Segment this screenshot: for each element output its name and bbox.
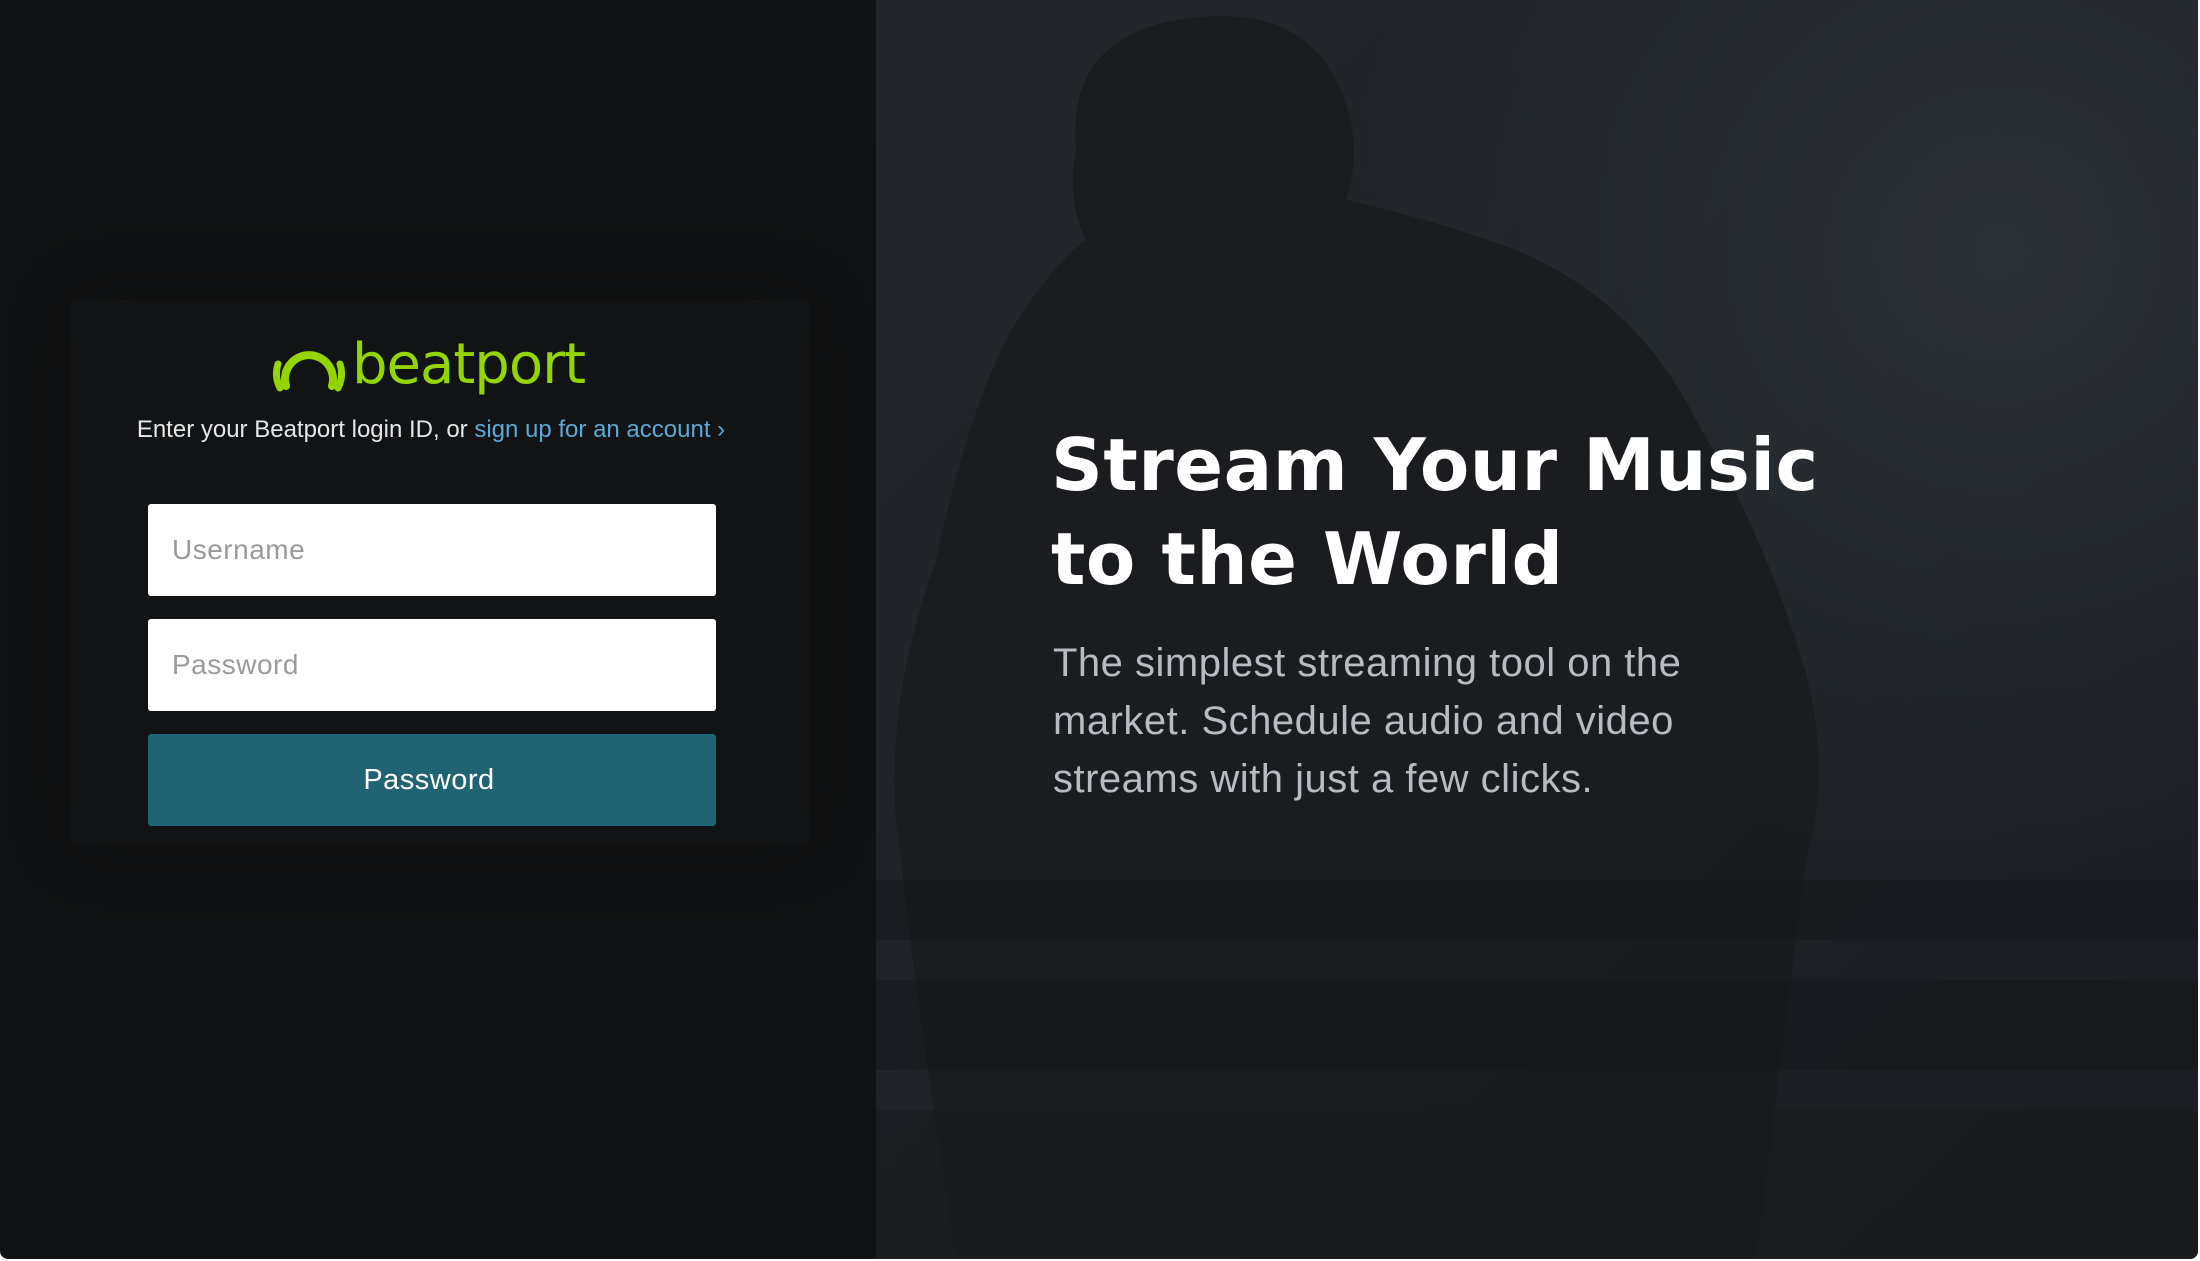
password-input[interactable] [148, 619, 716, 711]
hero-title-line1: Stream Your Music [1051, 423, 1819, 507]
login-prompt: Enter your Beatport login ID, or sign up… [0, 416, 862, 444]
login-prompt-text: Enter your Beatport login ID, or [136, 416, 475, 443]
hero-title-line2: to the World [1051, 517, 1564, 601]
beatport-logo[interactable]: beatport [272, 337, 592, 399]
hero-panel: Stream Your Music to the World The simple… [876, 0, 2198, 1259]
logo-wordmark: beatport [352, 332, 586, 397]
page-frame: beatport Enter your Beatport login ID, o… [0, 0, 2198, 1259]
app-window: beatport Enter your Beatport login ID, o… [0, 0, 2200, 1261]
hero-background-image [876, 0, 2198, 1259]
hero-title: Stream Your Music to the World [1051, 418, 2051, 606]
login-submit-button[interactable]: Password [148, 734, 716, 826]
headphones-icon [272, 342, 346, 394]
hero-subtitle: The simplest streaming tool on the marke… [1053, 641, 1682, 801]
login-panel: beatport Enter your Beatport login ID, o… [0, 0, 876, 1259]
signup-link[interactable]: sign up for an account › [474, 416, 725, 443]
username-input[interactable] [148, 504, 716, 596]
